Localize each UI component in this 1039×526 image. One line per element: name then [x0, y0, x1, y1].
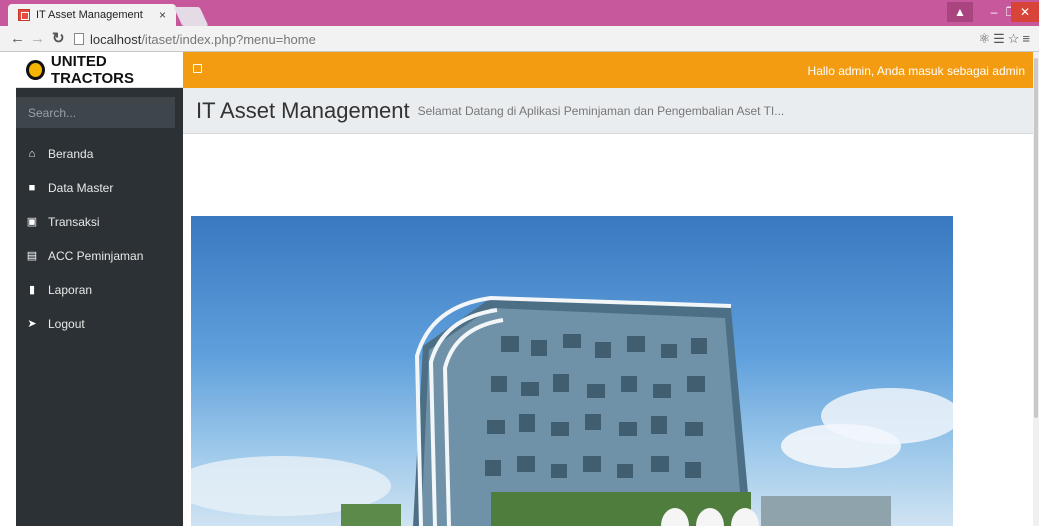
address-bar[interactable]: localhost/itaset/index.php?menu=home — [74, 29, 994, 49]
browser-toolbar: ← → ↻ localhost/itaset/index.php?menu=ho… — [0, 26, 1039, 52]
list-icon: ▤ — [26, 250, 38, 262]
top-navbar: Hallo admin, Anda masuk sebagai admin — [183, 52, 1033, 88]
reload-icon[interactable]: ↻ — [52, 30, 65, 48]
home-icon: ⌂ — [28, 148, 36, 160]
back-arrow-icon[interactable]: ← — [10, 30, 25, 48]
browser-titlebar: IT Asset Management × ▲ – ❐ ✕ — [0, 0, 1039, 26]
url-path: /itaset/index.php?menu=home — [141, 31, 316, 47]
sidebar-toggle-icon[interactable] — [193, 64, 202, 73]
sidebar: UNITED TRACTORS ⌂ Beranda ■ Data Master … — [16, 52, 183, 526]
page-icon — [74, 33, 84, 45]
book-icon: ▮ — [28, 284, 36, 296]
window-close-icon[interactable]: ✕ — [1011, 2, 1039, 22]
sidebar-item-label: Data Master — [48, 181, 114, 195]
content-header: IT Asset Management Selamat Datang di Ap… — [183, 88, 1033, 134]
briefcase-icon: ▣ — [26, 216, 38, 228]
browser-tab[interactable]: IT Asset Management × — [8, 4, 176, 26]
favicon-icon — [18, 9, 30, 21]
sidebar-item-label: Transaksi — [48, 215, 100, 229]
united-tractors-logo-icon — [26, 59, 45, 80]
logout-icon: ➤ — [27, 318, 37, 330]
sidebar-item-beranda[interactable]: ⌂ Beranda — [16, 137, 183, 171]
forward-arrow-icon[interactable]: → — [30, 30, 45, 48]
brand-logo[interactable]: UNITED TRACTORS — [16, 52, 183, 88]
sidebar-item-label: Logout — [48, 317, 85, 331]
sidebar-item-label: ACC Peminjaman — [48, 249, 144, 263]
app-window: UNITED TRACTORS ⌂ Beranda ■ Data Master … — [0, 52, 1039, 526]
building-illustration — [191, 295, 953, 526]
sidebar-item-data-master[interactable]: ■ Data Master — [16, 171, 183, 205]
new-tab-button[interactable] — [173, 7, 209, 26]
toolbar-extension-icons[interactable]: ⚛☰☆≡ — [978, 31, 1033, 47]
search-input[interactable] — [16, 97, 175, 128]
sidebar-item-laporan[interactable]: ▮ Laporan — [16, 273, 183, 307]
building-image — [191, 216, 953, 526]
sidebar-item-transaksi[interactable]: ▣ Transaksi — [16, 205, 183, 239]
tab-title: IT Asset Management — [36, 9, 143, 21]
page-subtitle: Selamat Datang di Aplikasi Peminjaman da… — [417, 103, 785, 118]
url-host: localhost — [90, 31, 142, 47]
page-scrollbar[interactable] — [1033, 52, 1039, 526]
sidebar-item-label: Laporan — [48, 283, 93, 297]
sidebar-item-acc-peminjaman[interactable]: ▤ ACC Peminjaman — [16, 239, 183, 273]
page-title: IT Asset Management — [196, 97, 410, 123]
scrollbar-thumb[interactable] — [1034, 58, 1038, 418]
sidebar-search — [16, 97, 183, 128]
sidebar-item-logout[interactable]: ➤ Logout — [16, 307, 183, 341]
brand-name: UNITED TRACTORS — [50, 52, 134, 87]
sidebar-item-label: Beranda — [48, 147, 94, 161]
user-profile-icon[interactable]: ▲ — [947, 2, 973, 22]
user-greeting[interactable]: Hallo admin, Anda masuk sebagai admin — [808, 64, 1025, 78]
lock-icon: ■ — [28, 182, 36, 194]
main-content — [183, 134, 1033, 526]
sidebar-menu: ⌂ Beranda ■ Data Master ▣ Transaksi ▤ AC… — [16, 137, 183, 341]
tab-close-icon[interactable]: × — [159, 8, 166, 22]
